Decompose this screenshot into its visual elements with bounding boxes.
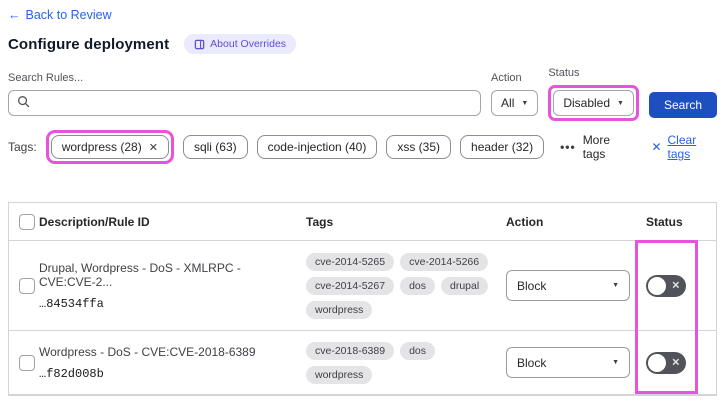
tag-badge: drupal [441, 276, 489, 295]
tag-badge: cve-2014-5265 [306, 252, 395, 271]
status-filter-label: Status [548, 67, 580, 79]
chevron-down-icon: ▼ [521, 99, 529, 107]
toggle-knob [648, 353, 666, 372]
row-checkbox[interactable] [19, 277, 35, 294]
status-cell: ✕ [636, 274, 716, 297]
search-rules-label: Search Rules... [8, 72, 84, 84]
chevron-down-icon: ▼ [612, 359, 619, 366]
tag-filter-xss-label: xss (35) [397, 140, 441, 154]
header-checkbox-cell [9, 213, 39, 230]
about-overrides-label: About Overrides [210, 38, 287, 50]
more-tags-button[interactable]: ••• More tags [560, 133, 630, 161]
tag-badge: dos [400, 341, 435, 360]
book-icon [194, 39, 205, 50]
status-toggle-off[interactable]: ✕ [646, 351, 686, 374]
row-checkbox-cell [9, 277, 39, 294]
search-icon [17, 95, 30, 111]
tag-badge-list: cve-2018-6389 dos wordpress [306, 341, 497, 384]
action-select[interactable]: Block ▼ [506, 270, 630, 301]
tags-bar: Tags: wordpress (28) ✕ sqli (63) code-in… [8, 130, 717, 164]
clear-tags-x-icon: ✕ [651, 140, 662, 154]
tag-badge: cve-2018-6389 [306, 341, 395, 360]
rule-description: Wordpress - DoS - CVE:CVE-2018-6389 [39, 344, 256, 359]
back-arrow-icon: ← [8, 8, 21, 22]
description-cell: Wordpress - DoS - CVE:CVE-2018-6389 …f82… [39, 345, 297, 381]
tag-badge: wordpress [306, 300, 373, 319]
back-to-review-link[interactable]: ← Back to Review [8, 8, 112, 22]
annotation-highlight-wordpress-tag: wordpress (28) ✕ [45, 130, 174, 164]
chevron-down-icon: ▼ [617, 99, 624, 107]
chevron-down-icon: ▼ [612, 282, 619, 289]
status-cell: ✕ [636, 351, 716, 374]
tag-filter-wordpress[interactable]: wordpress (28) ✕ [50, 135, 169, 159]
action-filter-group: Action All ▼ [491, 72, 539, 121]
rule-id: …f82d008b [39, 366, 104, 381]
status-toggle-off[interactable]: ✕ [646, 274, 686, 297]
action-select-value: Block [517, 278, 547, 293]
ellipsis-icon: ••• [560, 140, 576, 154]
back-link-label: Back to Review [25, 8, 112, 22]
row-checkbox[interactable] [19, 354, 35, 371]
table-row: Wordpress - DoS - CVE:CVE-2018-6389 …f82… [9, 331, 716, 395]
tag-filter-sqli[interactable]: sqli (63) [182, 135, 248, 159]
toggle-off-icon: ✕ [671, 357, 680, 368]
tag-badge: cve-2014-5267 [306, 276, 395, 295]
tag-filter-xss[interactable]: xss (35) [386, 135, 452, 159]
tag-filter-header[interactable]: header (32) [460, 135, 545, 159]
table-row: Drupal, Wordpress - DoS - XMLRPC - CVE:C… [9, 241, 716, 331]
description-cell: Drupal, Wordpress - DoS - XMLRPC - CVE:C… [39, 261, 297, 311]
action-select[interactable]: Block ▼ [506, 347, 630, 378]
col-header-tags: Tags [306, 214, 334, 229]
tag-badge: wordpress [306, 365, 373, 384]
action-filter-value: All [501, 96, 515, 110]
action-filter-select[interactable]: All ▼ [491, 90, 539, 116]
col-header-status: Status [646, 214, 683, 229]
status-filter-value: Disabled [563, 96, 611, 110]
tag-filter-sqli-label: sqli (63) [193, 140, 237, 154]
toggle-knob [648, 276, 666, 295]
search-box [8, 90, 482, 116]
tags-cell: cve-2018-6389 dos wordpress [297, 341, 497, 384]
filter-row: Search Rules... Action All ▼ Status Disa… [8, 67, 717, 121]
page-title: Configure deployment [8, 35, 170, 53]
tag-filter-code-injection[interactable]: code-injection (40) [256, 135, 378, 159]
tag-badge-list: cve-2014-5265 cve-2014-5266 cve-2014-526… [306, 252, 497, 319]
action-filter-label: Action [491, 72, 522, 84]
tag-filter-header-label: header (32) [471, 140, 534, 154]
status-filter-group: Status Disabled ▼ [548, 67, 639, 121]
annotation-highlight-status-filter: Disabled ▼ [548, 85, 639, 121]
clear-tags-button[interactable]: ✕ Clear tags [651, 133, 717, 161]
col-header-action: Action [506, 214, 544, 229]
title-row: Configure deployment About Overrides [8, 34, 717, 54]
search-button[interactable]: Search [648, 92, 717, 118]
table-header-row: Description/Rule ID Tags Action Status [9, 203, 716, 241]
action-cell: Block ▼ [497, 270, 636, 301]
select-all-checkbox[interactable] [19, 213, 35, 230]
action-select-value: Block [517, 355, 547, 370]
col-header-description: Description/Rule ID [39, 214, 150, 229]
tags-bar-label: Tags: [8, 140, 37, 154]
tag-filter-wordpress-label: wordpress (28) [61, 140, 142, 154]
search-group: Search Rules... [8, 72, 482, 121]
toggle-off-icon: ✕ [671, 280, 680, 291]
search-rules-input[interactable] [36, 96, 473, 110]
remove-tag-icon[interactable]: ✕ [149, 141, 158, 154]
about-overrides-badge[interactable]: About Overrides [184, 34, 297, 54]
clear-tags-label: Clear tags [667, 133, 697, 161]
rules-table: Description/Rule ID Tags Action Status D… [8, 202, 717, 396]
rule-id: …84534ffa [39, 296, 104, 311]
rule-description: Drupal, Wordpress - DoS - XMLRPC - CVE:C… [39, 260, 241, 289]
tag-badge: dos [400, 276, 435, 295]
tags-cell: cve-2014-5265 cve-2014-5266 cve-2014-526… [297, 252, 497, 319]
tag-filter-code-injection-label: code-injection (40) [267, 140, 367, 154]
configure-deployment-page: { "icons": { "back_arrow": "←", "close":… [0, 0, 725, 406]
action-cell: Block ▼ [497, 347, 636, 378]
row-checkbox-cell [9, 354, 39, 371]
status-filter-select[interactable]: Disabled ▼ [553, 90, 634, 116]
more-tags-label: More tags [582, 133, 611, 161]
tag-badge: cve-2014-5266 [400, 252, 489, 271]
